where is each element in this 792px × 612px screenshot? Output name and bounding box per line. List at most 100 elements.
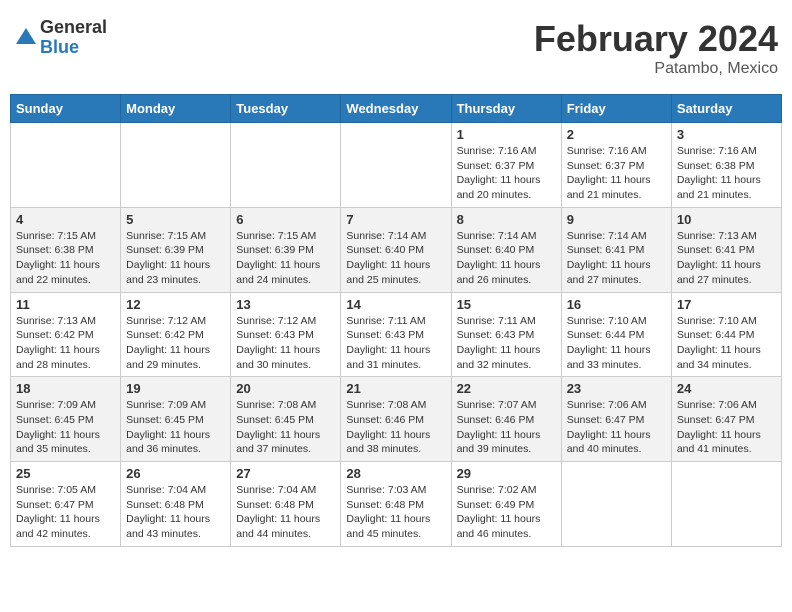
day-info: Sunrise: 7:16 AM Sunset: 6:38 PM Dayligh… — [677, 144, 776, 203]
table-row: 7 Sunrise: 7:14 AM Sunset: 6:40 PM Daylig… — [341, 207, 451, 292]
day-info: Sunrise: 7:08 AM Sunset: 6:45 PM Dayligh… — [236, 398, 335, 457]
table-row: 4 Sunrise: 7:15 AM Sunset: 6:38 PM Daylig… — [11, 207, 121, 292]
day-number: 17 — [677, 297, 776, 312]
day-number: 11 — [16, 297, 115, 312]
day-info: Sunrise: 7:05 AM Sunset: 6:47 PM Dayligh… — [16, 483, 115, 542]
calendar-week-row: 18 Sunrise: 7:09 AM Sunset: 6:45 PM Dayli… — [11, 377, 782, 462]
day-number: 4 — [16, 212, 115, 227]
day-number: 13 — [236, 297, 335, 312]
day-info: Sunrise: 7:13 AM Sunset: 6:42 PM Dayligh… — [16, 314, 115, 373]
table-row: 10 Sunrise: 7:13 AM Sunset: 6:41 PM Dayli… — [671, 207, 781, 292]
day-number: 19 — [126, 381, 225, 396]
table-row: 14Sunrise: 7:11 AM Sunset: 6:43 PM Dayli… — [341, 292, 451, 377]
col-monday: Monday — [121, 95, 231, 123]
day-number: 23 — [567, 381, 666, 396]
day-number: 26 — [126, 466, 225, 481]
table-row: 23 Sunrise: 7:06 AM Sunset: 6:47 PM Dayli… — [561, 377, 671, 462]
day-number: 16 — [567, 297, 666, 312]
logo-blue: Blue — [40, 38, 107, 58]
logo: General Blue — [14, 18, 107, 58]
day-info: Sunrise: 7:10 AM Sunset: 6:44 PM Dayligh… — [567, 314, 666, 373]
table-row: 24 Sunrise: 7:06 AM Sunset: 6:47 PM Dayli… — [671, 377, 781, 462]
table-row: 3 Sunrise: 7:16 AM Sunset: 6:38 PM Daylig… — [671, 123, 781, 208]
calendar-week-row: 1 Sunrise: 7:16 AM Sunset: 6:37 PM Daylig… — [11, 123, 782, 208]
day-info: Sunrise: 7:15 AM Sunset: 6:39 PM Dayligh… — [236, 229, 335, 288]
day-info: Sunrise: 7:16 AM Sunset: 6:37 PM Dayligh… — [457, 144, 556, 203]
day-info: Sunrise: 7:14 AM Sunset: 6:40 PM Dayligh… — [346, 229, 445, 288]
day-number: 21 — [346, 381, 445, 396]
day-number: 8 — [457, 212, 556, 227]
day-number: 2 — [567, 127, 666, 142]
table-row: 29Sunrise: 7:02 AM Sunset: 6:49 PM Dayli… — [451, 462, 561, 547]
header: General Blue February 2024 Patambo, Mexi… — [10, 10, 782, 86]
day-number: 28 — [346, 466, 445, 481]
day-number: 22 — [457, 381, 556, 396]
day-info: Sunrise: 7:03 AM Sunset: 6:48 PM Dayligh… — [346, 483, 445, 542]
table-row: 16 Sunrise: 7:10 AM Sunset: 6:44 PM Dayli… — [561, 292, 671, 377]
day-number: 10 — [677, 212, 776, 227]
logo-text: General Blue — [40, 18, 107, 58]
day-info: Sunrise: 7:12 AM Sunset: 6:43 PM Dayligh… — [236, 314, 335, 373]
day-info: Sunrise: 7:04 AM Sunset: 6:48 PM Dayligh… — [236, 483, 335, 542]
col-sunday: Sunday — [11, 95, 121, 123]
col-friday: Friday — [561, 95, 671, 123]
table-row: 17 Sunrise: 7:10 AM Sunset: 6:44 PM Dayli… — [671, 292, 781, 377]
calendar-week-row: 11 Sunrise: 7:13 AM Sunset: 6:42 PM Dayli… — [11, 292, 782, 377]
col-wednesday: Wednesday — [341, 95, 451, 123]
table-row — [231, 123, 341, 208]
day-info: Sunrise: 7:10 AM Sunset: 6:44 PM Dayligh… — [677, 314, 776, 373]
table-row: 6 Sunrise: 7:15 AM Sunset: 6:39 PM Daylig… — [231, 207, 341, 292]
day-number: 27 — [236, 466, 335, 481]
day-info: Sunrise: 7:15 AM Sunset: 6:39 PM Dayligh… — [126, 229, 225, 288]
table-row: 12 Sunrise: 7:12 AM Sunset: 6:42 PM Dayli… — [121, 292, 231, 377]
table-row — [671, 462, 781, 547]
calendar-header-row: Sunday Monday Tuesday Wednesday Thursday… — [11, 95, 782, 123]
day-number: 5 — [126, 212, 225, 227]
table-row: 13 Sunrise: 7:12 AM Sunset: 6:43 PM Dayli… — [231, 292, 341, 377]
table-row: 8 Sunrise: 7:14 AM Sunset: 6:40 PM Daylig… — [451, 207, 561, 292]
table-row: 26 Sunrise: 7:04 AM Sunset: 6:48 PM Dayli… — [121, 462, 231, 547]
day-info: Sunrise: 7:09 AM Sunset: 6:45 PM Dayligh… — [126, 398, 225, 457]
day-info: Sunrise: 7:15 AM Sunset: 6:38 PM Dayligh… — [16, 229, 115, 288]
day-info: Sunrise: 7:11 AM Sunset: 6:43 PM Dayligh… — [346, 314, 445, 373]
day-number: 7 — [346, 212, 445, 227]
logo-icon — [14, 26, 38, 50]
day-info: Sunrise: 7:06 AM Sunset: 6:47 PM Dayligh… — [677, 398, 776, 457]
col-thursday: Thursday — [451, 95, 561, 123]
col-saturday: Saturday — [671, 95, 781, 123]
day-number: 1 — [457, 127, 556, 142]
table-row: 5 Sunrise: 7:15 AM Sunset: 6:39 PM Daylig… — [121, 207, 231, 292]
day-number: 25 — [16, 466, 115, 481]
day-number: 15 — [457, 297, 556, 312]
table-row: 20 Sunrise: 7:08 AM Sunset: 6:45 PM Dayli… — [231, 377, 341, 462]
day-number: 12 — [126, 297, 225, 312]
day-info: Sunrise: 7:02 AM Sunset: 6:49 PM Dayligh… — [457, 483, 556, 542]
calendar: Sunday Monday Tuesday Wednesday Thursday… — [10, 94, 782, 547]
table-row: 1 Sunrise: 7:16 AM Sunset: 6:37 PM Daylig… — [451, 123, 561, 208]
day-number: 20 — [236, 381, 335, 396]
table-row: 25 Sunrise: 7:05 AM Sunset: 6:47 PM Dayli… — [11, 462, 121, 547]
day-number: 6 — [236, 212, 335, 227]
day-number: 24 — [677, 381, 776, 396]
day-info: Sunrise: 7:12 AM Sunset: 6:42 PM Dayligh… — [126, 314, 225, 373]
logo-general: General — [40, 18, 107, 38]
day-number: 18 — [16, 381, 115, 396]
table-row: 22Sunrise: 7:07 AM Sunset: 6:46 PM Dayli… — [451, 377, 561, 462]
day-info: Sunrise: 7:08 AM Sunset: 6:46 PM Dayligh… — [346, 398, 445, 457]
month-title: February 2024 — [534, 18, 778, 60]
day-info: Sunrise: 7:06 AM Sunset: 6:47 PM Dayligh… — [567, 398, 666, 457]
table-row — [121, 123, 231, 208]
calendar-week-row: 25 Sunrise: 7:05 AM Sunset: 6:47 PM Dayli… — [11, 462, 782, 547]
table-row: 18Sunrise: 7:09 AM Sunset: 6:45 PM Dayli… — [11, 377, 121, 462]
day-info: Sunrise: 7:14 AM Sunset: 6:40 PM Dayligh… — [457, 229, 556, 288]
table-row: 11 Sunrise: 7:13 AM Sunset: 6:42 PM Dayli… — [11, 292, 121, 377]
calendar-week-row: 4 Sunrise: 7:15 AM Sunset: 6:38 PM Daylig… — [11, 207, 782, 292]
title-area: February 2024 Patambo, Mexico — [534, 18, 778, 78]
day-info: Sunrise: 7:11 AM Sunset: 6:43 PM Dayligh… — [457, 314, 556, 373]
day-number: 3 — [677, 127, 776, 142]
day-info: Sunrise: 7:04 AM Sunset: 6:48 PM Dayligh… — [126, 483, 225, 542]
day-info: Sunrise: 7:13 AM Sunset: 6:41 PM Dayligh… — [677, 229, 776, 288]
location-title: Patambo, Mexico — [534, 60, 778, 78]
day-number: 9 — [567, 212, 666, 227]
day-info: Sunrise: 7:14 AM Sunset: 6:41 PM Dayligh… — [567, 229, 666, 288]
